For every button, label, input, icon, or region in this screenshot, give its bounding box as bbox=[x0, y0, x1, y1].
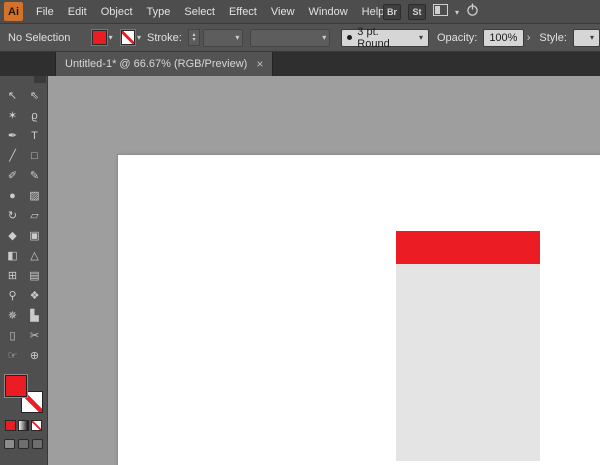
menu-bar-right-cluster: Br St ▾ bbox=[383, 0, 479, 24]
menu-type[interactable]: Type bbox=[140, 0, 178, 23]
tool-grid: ↖ ⇖ ✶ ϱ ✒ T ╱ □ ✐ ✎ ● ▨ ↻ ▱ ◆ ▣ ◧ △ ⊞ ▤ … bbox=[0, 86, 47, 366]
artboard-tool[interactable]: ▯ bbox=[2, 326, 24, 346]
hand-tool[interactable]: ☞ bbox=[2, 346, 24, 366]
style-dropdown[interactable]: ▾ bbox=[573, 29, 600, 47]
draw-normal-button[interactable] bbox=[4, 439, 15, 449]
drawing-mode-buttons bbox=[0, 439, 47, 449]
menu-edit[interactable]: Edit bbox=[61, 0, 94, 23]
menu-view[interactable]: View bbox=[264, 0, 302, 23]
scale-tool[interactable]: ▱ bbox=[24, 206, 46, 226]
free-transform-tool[interactable]: ▣ bbox=[24, 226, 46, 246]
document-tab[interactable]: Untitled-1* @ 66.67% (RGB/Preview) × bbox=[55, 52, 273, 76]
gradient-button[interactable] bbox=[18, 420, 29, 431]
column-graph-tool[interactable]: ▙ bbox=[24, 306, 46, 326]
artboard[interactable] bbox=[118, 155, 600, 465]
blend-tool[interactable]: ❖ bbox=[24, 286, 46, 306]
lasso-tool[interactable]: ϱ bbox=[24, 106, 46, 126]
mesh-tool[interactable]: ⊞ bbox=[2, 266, 24, 286]
fill-stroke-indicator bbox=[4, 374, 44, 414]
tab-close-icon[interactable]: × bbox=[256, 57, 263, 71]
bridge-button[interactable]: Br bbox=[383, 4, 401, 20]
style-label: Style: bbox=[539, 32, 567, 44]
width-profile-chevron-icon: ▾ bbox=[322, 33, 326, 42]
selection-tool[interactable]: ↖ bbox=[2, 86, 24, 106]
brush-definition-value: 3 pt. Round bbox=[357, 26, 414, 50]
none-button[interactable] bbox=[31, 420, 42, 431]
brush-definition-dropdown[interactable]: 3 pt. Round ▾ bbox=[341, 29, 429, 47]
blob-brush-tool[interactable]: ● bbox=[2, 186, 24, 206]
gradient-tool[interactable]: ▤ bbox=[24, 266, 46, 286]
zoom-tool[interactable]: ⊕ bbox=[24, 346, 46, 366]
tools-panel-collapse-tab[interactable] bbox=[34, 76, 46, 83]
stroke-label: Stroke: bbox=[147, 32, 182, 44]
toolbar-fill-swatch[interactable] bbox=[5, 375, 27, 397]
selection-status-label: No Selection bbox=[8, 32, 70, 44]
slice-tool[interactable]: ✂ bbox=[24, 326, 46, 346]
brush-preview-dot-icon bbox=[347, 35, 352, 40]
eraser-tool[interactable]: ▨ bbox=[24, 186, 46, 206]
menu-bar: Ai File Edit Object Type Select Effect V… bbox=[0, 0, 600, 24]
document-tab-bar: Untitled-1* @ 66.67% (RGB/Preview) × bbox=[0, 52, 600, 76]
stroke-chevron-icon[interactable]: ▾ bbox=[137, 33, 141, 42]
draw-inside-button[interactable] bbox=[32, 439, 43, 449]
menu-effect[interactable]: Effect bbox=[222, 0, 264, 23]
line-segment-tool[interactable]: ╱ bbox=[2, 146, 24, 166]
symbol-sprayer-tool[interactable]: ✵ bbox=[2, 306, 24, 326]
style-chevron-icon: ▾ bbox=[590, 33, 594, 42]
drawn-rectangle[interactable] bbox=[396, 231, 540, 461]
workspace-switcher-icon[interactable] bbox=[433, 3, 448, 21]
drawn-rectangle-red-bar bbox=[396, 231, 540, 264]
canvas-pasteboard[interactable] bbox=[48, 76, 600, 465]
opacity-label: Opacity: bbox=[437, 32, 477, 44]
perspective-grid-tool[interactable]: △ bbox=[24, 246, 46, 266]
stroke-color-swatch[interactable] bbox=[121, 30, 135, 45]
pen-tool[interactable]: ✒ bbox=[2, 126, 24, 146]
width-tool[interactable]: ◆ bbox=[2, 226, 24, 246]
direct-selection-tool[interactable]: ⇖ bbox=[24, 86, 46, 106]
eyedropper-tool[interactable]: ⚲ bbox=[2, 286, 24, 306]
screen-mode-power-icon[interactable] bbox=[466, 3, 479, 22]
opacity-input[interactable]: 100% bbox=[483, 29, 523, 47]
width-profile-dropdown[interactable]: ▾ bbox=[250, 29, 330, 47]
paintbrush-tool[interactable]: ✐ bbox=[2, 166, 24, 186]
menu-file[interactable]: File bbox=[29, 0, 61, 23]
stroke-weight-dropdown[interactable]: ▾ bbox=[203, 29, 243, 47]
stroke-weight-stepper[interactable]: ▴ ▾ bbox=[188, 29, 200, 46]
menu-select[interactable]: Select bbox=[177, 0, 222, 23]
brush-chevron-icon: ▾ bbox=[419, 33, 423, 42]
tools-panel: ↖ ⇖ ✶ ϱ ✒ T ╱ □ ✐ ✎ ● ▨ ↻ ▱ ◆ ▣ ◧ △ ⊞ ▤ … bbox=[0, 76, 48, 465]
stock-button[interactable]: St bbox=[408, 4, 426, 20]
illustrator-logo: Ai bbox=[4, 2, 23, 21]
menu-window[interactable]: Window bbox=[302, 0, 355, 23]
rotate-tool[interactable]: ↻ bbox=[2, 206, 24, 226]
fill-chevron-icon[interactable]: ▾ bbox=[109, 33, 113, 42]
menu-object[interactable]: Object bbox=[94, 0, 140, 23]
pencil-tool[interactable]: ✎ bbox=[24, 166, 46, 186]
fill-color-swatch[interactable] bbox=[92, 30, 106, 45]
draw-behind-button[interactable] bbox=[18, 439, 29, 449]
stroke-weight-chevron-icon: ▾ bbox=[235, 33, 239, 42]
workspace-chevron-icon[interactable]: ▾ bbox=[455, 8, 459, 17]
document-tab-title: Untitled-1* @ 66.67% (RGB/Preview) bbox=[65, 58, 247, 70]
magic-wand-tool[interactable]: ✶ bbox=[2, 106, 24, 126]
rectangle-tool[interactable]: □ bbox=[24, 146, 46, 166]
shape-builder-tool[interactable]: ◧ bbox=[2, 246, 24, 266]
color-button[interactable] bbox=[5, 420, 16, 431]
control-panel: No Selection ▾ ▾ Stroke: ▴ ▾ ▾ ▾ 3 pt. R… bbox=[0, 24, 600, 52]
type-tool[interactable]: T bbox=[24, 126, 46, 146]
opacity-chevron-icon[interactable]: › bbox=[527, 32, 531, 44]
paint-style-buttons bbox=[0, 420, 47, 431]
stepper-down-icon[interactable]: ▾ bbox=[193, 38, 196, 43]
opacity-value: 100% bbox=[489, 32, 517, 44]
